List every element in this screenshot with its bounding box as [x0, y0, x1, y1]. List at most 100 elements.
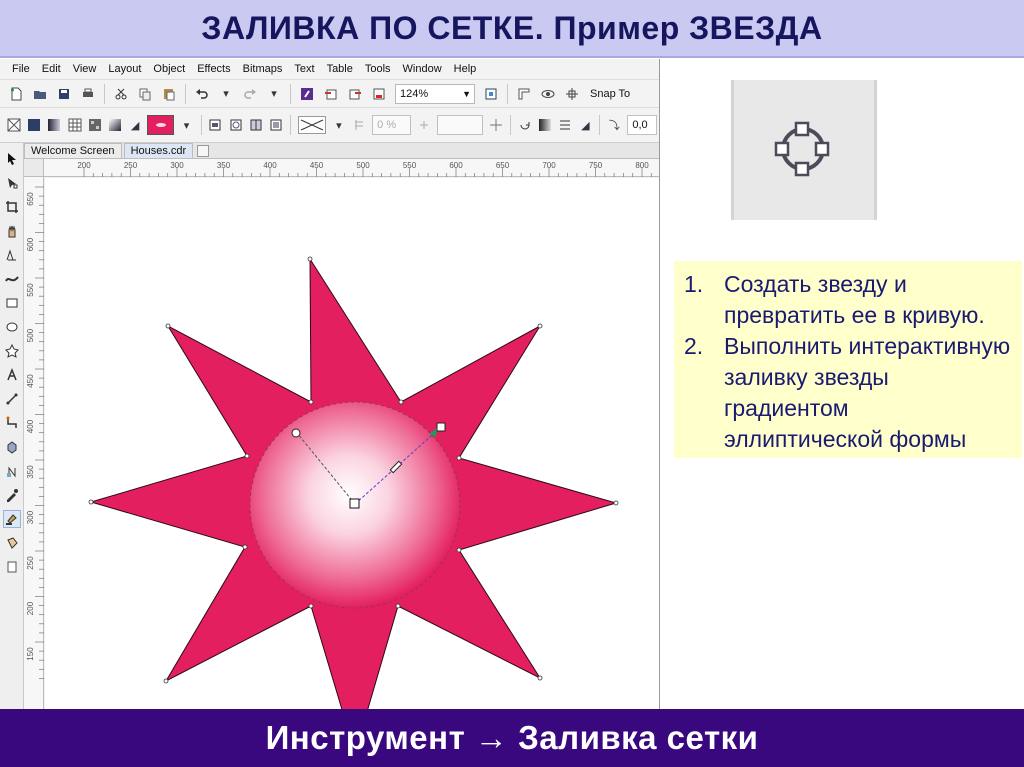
- step-number: 1.: [684, 271, 704, 297]
- ruler-label: 250: [124, 161, 138, 170]
- search-content-icon[interactable]: [298, 85, 316, 103]
- menu-help[interactable]: Help: [448, 59, 483, 79]
- undo-dropdown-icon[interactable]: ▾: [217, 85, 235, 103]
- zoom-level-select[interactable]: 124% ▼: [395, 83, 475, 104]
- menu-tools[interactable]: Tools: [359, 59, 397, 79]
- gradient-radius-handle[interactable]: [291, 428, 301, 438]
- fill-dropdown-icon[interactable]: ◢: [128, 116, 142, 134]
- tab-houses-cdr[interactable]: Houses.cdr: [123, 143, 194, 158]
- rectangle-tool-icon[interactable]: [3, 294, 21, 312]
- transparency-tool-icon[interactable]: [3, 462, 21, 480]
- blend-dropdown-icon[interactable]: ▾: [332, 116, 346, 134]
- interactive-fill-tool-icon[interactable]: [2, 510, 21, 528]
- ruler-label: 150: [26, 647, 35, 661]
- menu-edit[interactable]: Edit: [36, 59, 67, 79]
- new-tab-icon[interactable]: [197, 145, 210, 157]
- node-position-icon[interactable]: [489, 116, 503, 134]
- gradient-end-handle[interactable]: [436, 422, 446, 432]
- tab-welcome-screen[interactable]: Welcome Screen: [24, 143, 122, 158]
- pan-tool-icon[interactable]: [3, 222, 21, 240]
- fill-color-swatch[interactable]: [147, 115, 175, 135]
- menu-text[interactable]: Text: [288, 59, 320, 79]
- ruler-label: 250: [26, 556, 35, 570]
- publish-pdf-icon[interactable]: [370, 85, 388, 103]
- open-folder-icon[interactable]: [31, 85, 49, 103]
- snap-to-label[interactable]: Snap To: [590, 88, 630, 100]
- menu-bitmaps[interactable]: Bitmaps: [237, 59, 289, 79]
- redo-dropdown-icon[interactable]: ▾: [265, 85, 283, 103]
- print-icon[interactable]: [79, 85, 97, 103]
- menu-object[interactable]: Object: [147, 59, 191, 79]
- drawing-canvas[interactable]: [45, 178, 659, 710]
- pick-tool-icon[interactable]: [3, 150, 21, 168]
- save-icon[interactable]: [55, 85, 73, 103]
- uniform-fill-icon[interactable]: [27, 116, 41, 134]
- redo-icon[interactable]: [241, 85, 259, 103]
- ruler-label: 600: [449, 161, 463, 170]
- text-tool-icon[interactable]: [3, 366, 21, 384]
- ruler-label: 550: [403, 161, 417, 170]
- fill-options-dropdown-icon[interactable]: ◢: [578, 116, 592, 134]
- menu-window[interactable]: Window: [397, 59, 448, 79]
- transparency-icon[interactable]: [352, 116, 366, 134]
- rotation-angle-field[interactable]: 0,0: [627, 115, 657, 135]
- toolbar-separator: [290, 83, 291, 104]
- gradient-type-linear-icon[interactable]: [208, 116, 222, 134]
- smart-fill-tool-icon[interactable]: [3, 534, 21, 552]
- gradient-type-square-icon[interactable]: [269, 116, 283, 134]
- menu-layout[interactable]: Layout: [102, 59, 147, 79]
- chevron-down-icon: ▼: [462, 88, 471, 99]
- angle-field-disabled: [437, 115, 483, 135]
- pattern-fill-icon[interactable]: [68, 116, 82, 134]
- toolbar-separator: [507, 83, 508, 104]
- cut-icon[interactable]: [112, 85, 130, 103]
- no-fill-icon[interactable]: [7, 116, 21, 134]
- fountain-fill-icon[interactable]: [47, 116, 61, 134]
- vertical-ruler[interactable]: 650 600 550 500 450 400 350 300 250 200 150: [24, 177, 44, 710]
- menu-file[interactable]: File: [6, 59, 36, 79]
- menu-view[interactable]: View: [67, 59, 103, 79]
- fill-options-icon[interactable]: [558, 116, 572, 134]
- blend-direction-icon[interactable]: [297, 116, 326, 134]
- connector-tool-icon[interactable]: [3, 414, 21, 432]
- view-mode-icon[interactable]: [539, 85, 557, 103]
- menu-table[interactable]: Table: [321, 59, 359, 79]
- edit-fill-icon[interactable]: [538, 116, 552, 134]
- eyedropper-tool-icon[interactable]: [3, 486, 21, 504]
- extrude-tool-icon[interactable]: [3, 438, 21, 456]
- polygon-tool-icon[interactable]: [3, 342, 21, 360]
- parallel-dimension-icon[interactable]: [3, 390, 21, 408]
- accel-icon: [417, 116, 431, 134]
- horizontal-ruler[interactable]: 200 250 300 350 400 450 500 550 600 650 700 750 800: [44, 159, 659, 177]
- import-icon[interactable]: [322, 85, 340, 103]
- full-screen-preview-icon[interactable]: [482, 85, 500, 103]
- ruler-label: 450: [310, 161, 324, 170]
- menu-effects[interactable]: Effects: [191, 59, 236, 79]
- freehand-tool-icon[interactable]: [3, 246, 21, 264]
- export-icon[interactable]: [346, 85, 364, 103]
- paste-icon[interactable]: [160, 85, 178, 103]
- new-document-icon[interactable]: [7, 85, 25, 103]
- gradient-type-conical-icon[interactable]: [249, 116, 263, 134]
- ruler-label: 650: [496, 161, 510, 170]
- copy-fill-icon[interactable]: [518, 116, 532, 134]
- snap-toggle-icon[interactable]: [563, 85, 581, 103]
- ellipse-tool-icon[interactable]: [3, 318, 21, 336]
- artistic-media-icon[interactable]: [3, 270, 21, 288]
- ruler-label: 750: [589, 161, 603, 170]
- show-rulers-icon[interactable]: [515, 85, 533, 103]
- toolbox-more-icon[interactable]: [3, 558, 21, 576]
- mesh-fill-icon[interactable]: [108, 116, 122, 134]
- copy-icon[interactable]: [136, 85, 154, 103]
- swatch-dropdown-icon[interactable]: ▾: [179, 116, 193, 134]
- texture-fill-icon[interactable]: [88, 116, 102, 134]
- gradient-center-handle[interactable]: [349, 498, 360, 509]
- toolbar-separator: [509, 115, 511, 135]
- ruler-origin[interactable]: [24, 159, 44, 177]
- percent-field[interactable]: 0 %: [372, 115, 412, 135]
- standard-toolbar: ▾ ▾ 124% ▼ Snap To: [0, 79, 659, 107]
- crop-tool-icon[interactable]: [3, 198, 21, 216]
- undo-icon[interactable]: [193, 85, 211, 103]
- gradient-type-elliptical-icon[interactable]: [229, 116, 243, 134]
- shape-tool-icon[interactable]: [3, 174, 21, 192]
